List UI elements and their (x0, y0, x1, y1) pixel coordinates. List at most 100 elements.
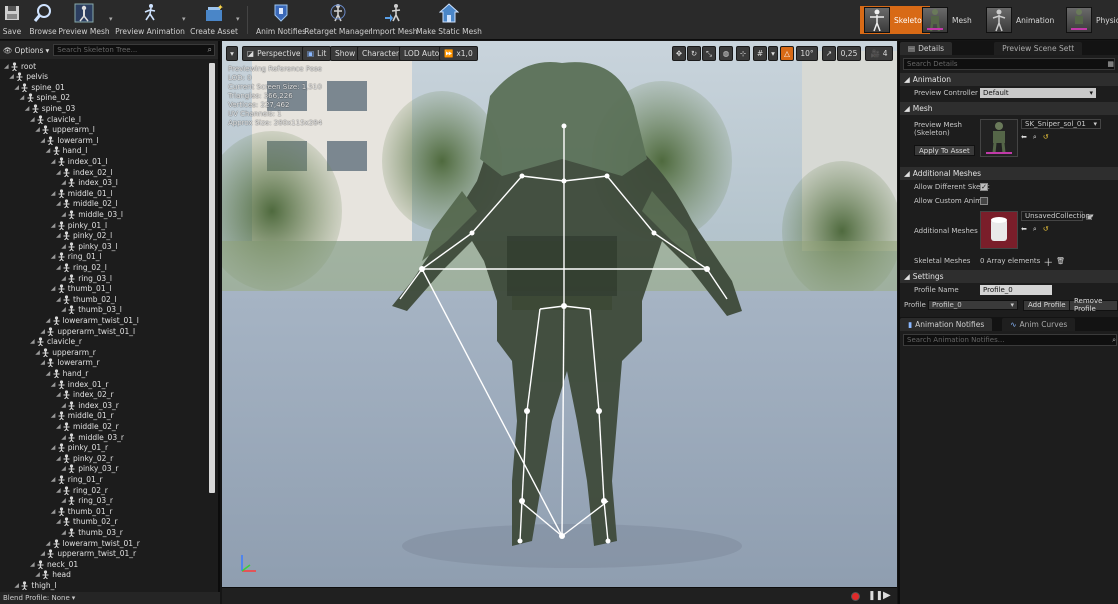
bone-tree-row[interactable]: ◢ pinky_03_r (61, 464, 118, 474)
search-icon[interactable]: ⌕ (1033, 133, 1037, 142)
preview-viewport[interactable]: ▾ ◪ Perspective ▣ Lit Show Character LOD A… (222, 41, 897, 587)
surface-snap-button[interactable]: ⊹ (736, 46, 750, 61)
bone-tree-row[interactable]: ◢ ring_02_r (56, 485, 108, 495)
grid-size-button[interactable]: ▾ (768, 46, 778, 61)
bone-tree-row[interactable]: ◢ middle_01_r (51, 411, 114, 421)
bone-tree-row[interactable]: ◢ index_01_l (51, 156, 107, 166)
create-asset-dropdown[interactable]: ▾ (236, 15, 240, 23)
bone-tree-row[interactable]: ◢ middle_01_l (51, 188, 113, 198)
bone-tree-row[interactable]: ◢ hand_l (46, 146, 87, 156)
tab-animation-notifies[interactable]: ▮ Animation Notifies (900, 318, 993, 331)
perspective-button[interactable]: ◪ Perspective (242, 46, 306, 61)
remove-profile-button[interactable]: Remove Profile (1069, 297, 1118, 313)
viewport-options-button[interactable]: ▾ (226, 46, 238, 61)
bone-tree-row[interactable]: ◢ ring_03_l (61, 273, 112, 283)
bone-tree-row[interactable]: ◢ index_03_l (61, 178, 118, 188)
bone-tree-row[interactable]: ◢ index_02_r (56, 390, 114, 400)
bone-tree-row[interactable]: ◢ neck_01 (30, 559, 78, 569)
options-button[interactable]: 👁 Options ▾ (3, 46, 49, 55)
category-mesh[interactable]: ◢ Mesh (900, 102, 1118, 115)
preview-mesh-dropdown[interactable]: ▾ (109, 15, 113, 23)
bone-tree-row[interactable]: ◢ thumb_01_l (51, 284, 111, 294)
scale-snap-button[interactable]: ↗ (822, 46, 836, 61)
import-mesh-button[interactable]: Import Mesh (370, 2, 418, 38)
bone-tree-row[interactable]: ◢ middle_02_r (56, 421, 119, 431)
table-view-icon[interactable]: ▦ (1107, 60, 1114, 68)
translate-tool-button[interactable]: ✥ (672, 46, 686, 61)
trash-icon[interactable]: 🗑 (1056, 257, 1065, 265)
bone-tree-row[interactable]: ◢ ring_01_l (51, 252, 102, 262)
allow-different-skeletons-checkbox[interactable]: ✓ (980, 183, 988, 191)
arrow-left-icon[interactable]: ⬅ (1021, 133, 1027, 142)
skeleton-search-input[interactable]: Search Skeleton Tree... ⌕ (53, 44, 215, 56)
lod-button[interactable]: LOD Auto (399, 46, 445, 61)
bone-tree-row[interactable]: ◢ pinky_03_l (61, 241, 117, 251)
scale-snap-value[interactable]: 0,25 (837, 46, 861, 61)
bone-tree-row[interactable]: ◢ lowerarm_r (40, 358, 100, 368)
make-static-mesh-button[interactable]: Make Static Mesh (416, 2, 482, 38)
search-icon[interactable]: ⌕ (1033, 225, 1037, 234)
bone-tree-row[interactable]: ◢ upperarm_twist_01_l (40, 326, 135, 336)
character-button[interactable]: Character (357, 46, 405, 61)
bone-tree-row[interactable]: ◢ thumb_02_l (56, 294, 117, 304)
notifies-search-input[interactable]: Search Animation Notifies... ⌕ (903, 334, 1117, 346)
bone-tree-row[interactable]: ◢ thumb_03_r (61, 527, 123, 537)
bone-tree-row[interactable]: ◢ middle_03_l (61, 209, 123, 219)
tree-scrollbar[interactable] (209, 63, 215, 493)
mode-physics-button[interactable]: Physics (1066, 6, 1118, 34)
reset-arrow-icon[interactable]: ↺ (1043, 225, 1049, 234)
browse-button[interactable]: Browse (28, 2, 58, 38)
mode-mesh-button[interactable]: Mesh (922, 6, 972, 34)
allow-custom-animbp-checkbox[interactable] (980, 197, 988, 205)
preview-mesh-dropdown[interactable]: SK_Sniper_sol_01 ▾ (1021, 119, 1101, 129)
bone-tree-row[interactable]: ◢ spine_03 (25, 103, 75, 113)
preview-mesh-thumbnail[interactable] (980, 119, 1018, 157)
bone-tree-row[interactable]: ◢ head (35, 570, 71, 580)
apply-to-asset-button[interactable]: Apply To Asset (914, 145, 975, 156)
bone-tree-row[interactable]: ◢ index_03_r (61, 400, 119, 410)
rotation-snap-value[interactable]: 10° (796, 46, 818, 61)
world-local-button[interactable]: ◍ (719, 46, 733, 61)
scale-tool-button[interactable]: ⤡ (702, 46, 716, 61)
details-search-input[interactable]: Search Details ▦ (903, 58, 1115, 70)
tab-details[interactable]: ▤ Details (900, 42, 953, 55)
playback-speed-button[interactable]: ⏩ x1,0 (439, 46, 478, 61)
record-icon[interactable] (851, 592, 860, 601)
bone-tree-row[interactable]: ◢ index_02_l (56, 167, 113, 177)
mode-animation-button[interactable]: Animation (986, 6, 1054, 34)
grid-snap-button[interactable]: # (753, 46, 767, 61)
plus-icon[interactable]: ＋ (1043, 254, 1053, 269)
camera-speed-button[interactable]: 🎥 4 (865, 46, 893, 61)
pause-icon[interactable]: ❚❚ (868, 591, 883, 601)
bone-tree-row[interactable]: ◢ index_01_r (51, 379, 108, 389)
bone-tree-row[interactable]: ◢ upperarm_twist_01_r (40, 549, 136, 559)
profile-dropdown[interactable]: Profile_0 ▾ (928, 300, 1018, 310)
category-settings[interactable]: ◢ Settings (900, 270, 1118, 283)
bone-tree-row[interactable]: ◢ clavicle_l (30, 114, 81, 124)
additional-meshes-thumbnail[interactable] (980, 211, 1018, 249)
bone-tree-row[interactable]: ◢ thumb_01_r (51, 506, 112, 516)
bone-tree-row[interactable]: ◢ lowerarm_twist_01_r (46, 538, 140, 548)
bone-tree-row[interactable]: ◢ pinky_02_r (56, 453, 113, 463)
bone-tree-row[interactable]: ◢ ring_02_l (56, 262, 107, 272)
retarget-manager-button[interactable]: Retarget Manager (304, 2, 372, 38)
bone-tree-row[interactable]: ◢ thigh_l (14, 580, 57, 590)
arrow-left-icon[interactable]: ⬅ (1021, 225, 1027, 234)
bone-tree-row[interactable]: ◢ upperarm_l (35, 125, 95, 135)
category-additional-meshes[interactable]: ◢ Additional Meshes (900, 167, 1118, 180)
bone-tree-row[interactable]: ◢ pinky_01_r (51, 443, 108, 453)
tab-anim-curves[interactable]: ∿ Anim Curves (1002, 318, 1076, 331)
bone-tree-row[interactable]: ◢ pinky_01_l (51, 220, 107, 230)
bone-tree-row[interactable]: ◢ upperarm_r (35, 347, 96, 357)
rotate-tool-button[interactable]: ↻ (687, 46, 701, 61)
additional-meshes-dropdown[interactable]: UnsavedCollection ▾ (1021, 211, 1094, 221)
reset-arrow-icon[interactable]: ↺ (1043, 133, 1049, 142)
blend-profile-button[interactable]: Blend Profile: None ▾ (0, 592, 220, 604)
bone-tree-row[interactable]: ◢ ring_03_r (61, 496, 113, 506)
bone-tree-row[interactable]: ◢ pelvis (9, 72, 48, 82)
bone-tree-row[interactable]: ◢ lowerarm_twist_01_l (46, 315, 139, 325)
add-profile-button[interactable]: Add Profile (1023, 299, 1071, 311)
mode-skeleton-button[interactable]: Skeleton (860, 6, 931, 34)
category-animation[interactable]: ◢ Animation (900, 73, 1118, 86)
create-asset-button[interactable]: ✦ Create Asset (190, 2, 238, 38)
